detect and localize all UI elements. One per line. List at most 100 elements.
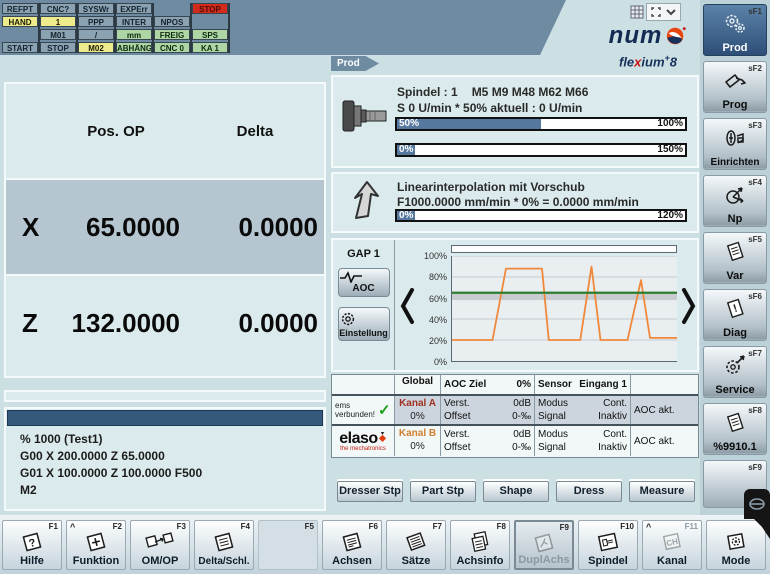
fkey-achsen[interactable]: F6 Achsen [322, 520, 382, 570]
y-tick-label: 100% [421, 251, 447, 261]
check-icon: ✓ [378, 406, 391, 415]
grid-icon[interactable] [630, 5, 644, 19]
bar-left-label: 50% [397, 119, 421, 129]
verst-value: 0dB [513, 397, 531, 410]
elaso-logo: elaso the mechatronics [332, 426, 394, 456]
fkey-funktion[interactable]: ^ F2 Funktion [66, 520, 126, 570]
verst-value: 0dB [513, 428, 531, 441]
dupl-axis-icon [516, 530, 572, 556]
ems-connection-cell: emsverbunden! ✓ [332, 396, 394, 424]
status-cell: STOP [40, 42, 76, 53]
gear-wrench-icon [704, 353, 766, 379]
y-tick-label: 40% [421, 315, 447, 325]
status-cell: / [78, 29, 114, 40]
machine-status-grid: REFPT CNC? SYSWr EXPErr STOP HAND 1 PPP … [2, 3, 232, 53]
sidebar-item-9910[interactable]: sF8 %9910.1 [703, 403, 767, 455]
axis-delta-value: 0.0000 [186, 212, 324, 243]
table-header-row: Global AOC Ziel0% SensorEingang 1 [332, 375, 698, 396]
aoc-ziel-value: 0% [517, 379, 531, 390]
kanal-b-row: elaso the mechatronics Kanal B0% Verst.0… [332, 426, 698, 456]
sidebar-item-diag[interactable]: sF6 ! Diag [703, 289, 767, 341]
expand-icon[interactable] [650, 6, 662, 18]
program-panel: % 1000 (Test1) G00 X 200.0000 Z 65.0000 … [4, 407, 326, 511]
program-tool-icon [704, 68, 766, 94]
spindle-mcodes: M5 M9 M48 M62 M66 [472, 85, 589, 99]
dresser-stp-button[interactable]: Dresser Stp [337, 481, 403, 502]
waveform-icon [339, 271, 389, 283]
signal-value: Inaktiv [598, 441, 627, 454]
bar-right-label: 150% [657, 145, 683, 155]
aoc-channel-table: Global AOC Ziel0% SensorEingang 1 emsver… [331, 374, 699, 458]
axisinfo-doc-icon [451, 529, 509, 555]
screen-flip-handle[interactable] [744, 489, 770, 519]
shape-button[interactable]: Shape [483, 481, 549, 502]
offset-value: 0-‰ [512, 410, 531, 423]
program-line: % 1000 (Test1) [20, 431, 324, 448]
sensor-value: Eingang 1 [579, 379, 627, 390]
num-logo-mark [665, 25, 687, 47]
status-cell: CNC? [40, 3, 76, 14]
sidebar-item-einrichten[interactable]: sF3 Einrichten [703, 118, 767, 170]
aoc-ziel-label: AOC Ziel [444, 379, 486, 390]
verst-label: Verst. [444, 397, 470, 410]
bar-left-label: 0% [397, 145, 415, 155]
gap-aoc-panel: GAP 1 AOC Einstellung 100% 80% 60% 40% 2… [331, 238, 699, 372]
fkey-f5-empty[interactable]: F5 [258, 520, 318, 570]
fkey-mode[interactable]: Mode [706, 520, 766, 570]
part-stp-button[interactable]: Part Stp [410, 481, 476, 502]
status-cell [154, 3, 190, 14]
axis-position-value: 65.0000 [46, 212, 186, 243]
fkey-omop[interactable]: F3 OM/OP [130, 520, 190, 570]
gap-signal-chart [451, 256, 677, 362]
window-controls [630, 3, 681, 21]
sidebar-item-np[interactable]: sF4 Np [703, 175, 767, 227]
modus-value: Cont. [603, 428, 627, 441]
offset-label: Offset [444, 441, 471, 454]
status-cell: EXPErr [116, 3, 152, 14]
position-panel: Pos. OP Delta X 65.0000 0.0000 Z 132.000… [4, 82, 326, 378]
chart-scroll-right-button[interactable] [681, 284, 697, 328]
feed-panel: Linearinterpolation mit Vorschub F1000.0… [331, 172, 699, 233]
sidebar-item-prod[interactable]: sF1 Prod [703, 4, 767, 56]
pos-op-header: Pos. OP [46, 123, 186, 140]
fkey-saetze[interactable]: F7 Sätze [386, 520, 446, 570]
sidebar-item-var[interactable]: sF5 Var [703, 232, 767, 284]
status-cell: CNC 0 [154, 42, 190, 53]
chevron-down-icon[interactable] [665, 7, 677, 17]
sidebar-item-prog[interactable]: sF2 Prog [703, 61, 767, 113]
aoc-button[interactable]: AOC [338, 268, 390, 297]
fkey-duplachs[interactable]: F9 DuplAchs [514, 520, 574, 570]
spindle-override-bar: 50% 100% [395, 117, 687, 131]
status-cell [192, 16, 228, 27]
dress-button[interactable]: Dress [556, 481, 622, 502]
program-line: M2 [20, 482, 324, 499]
fkey-spindel[interactable]: F10 Spindel [578, 520, 638, 570]
help-icon: ? [3, 529, 61, 555]
sidebar-item-service[interactable]: sF7 Service [703, 346, 767, 398]
bar-right-label: 120% [657, 211, 683, 221]
fkey-hilfe[interactable]: F1 ? Hilfe [2, 520, 62, 570]
document-icon [704, 410, 766, 436]
chart-progress-strip [451, 245, 677, 253]
spindle-second-bar: 0% 150% [395, 143, 687, 157]
feed-title: Linearinterpolation mit Vorschub [397, 180, 585, 194]
global-header: Global [394, 375, 440, 394]
gap-label: GAP 1 [333, 248, 394, 260]
fkey-achsinfo[interactable]: F8 Achsinfo [450, 520, 510, 570]
fkey-delta-schl[interactable]: F4 Delta/Schl. [194, 520, 254, 570]
status-cell: 1 [40, 16, 76, 27]
einstellung-button[interactable]: Einstellung [338, 307, 390, 341]
chart-scroll-left-button[interactable] [399, 284, 415, 328]
fkey-kanal[interactable]: ^ F11 CH Kanal [642, 520, 702, 570]
axis-letter: X [6, 212, 46, 243]
status-cell: NPOS [154, 16, 190, 27]
measure-button[interactable]: Measure [629, 481, 695, 502]
spindle-key-icon [579, 529, 637, 555]
breadcrumb-prod-tab: Prod [331, 56, 379, 71]
status-cell: REFPT [2, 3, 38, 14]
feed-status-line: F1000.0000 mm/min * 0% = 0.0000 mm/min [397, 195, 639, 209]
status-cell: PPP [78, 16, 114, 27]
aoc-controls-column: GAP 1 AOC Einstellung [333, 240, 395, 370]
program-line: G00 X 200.0000 Z 65.0000 [20, 448, 324, 465]
wheel-icon [749, 498, 765, 510]
